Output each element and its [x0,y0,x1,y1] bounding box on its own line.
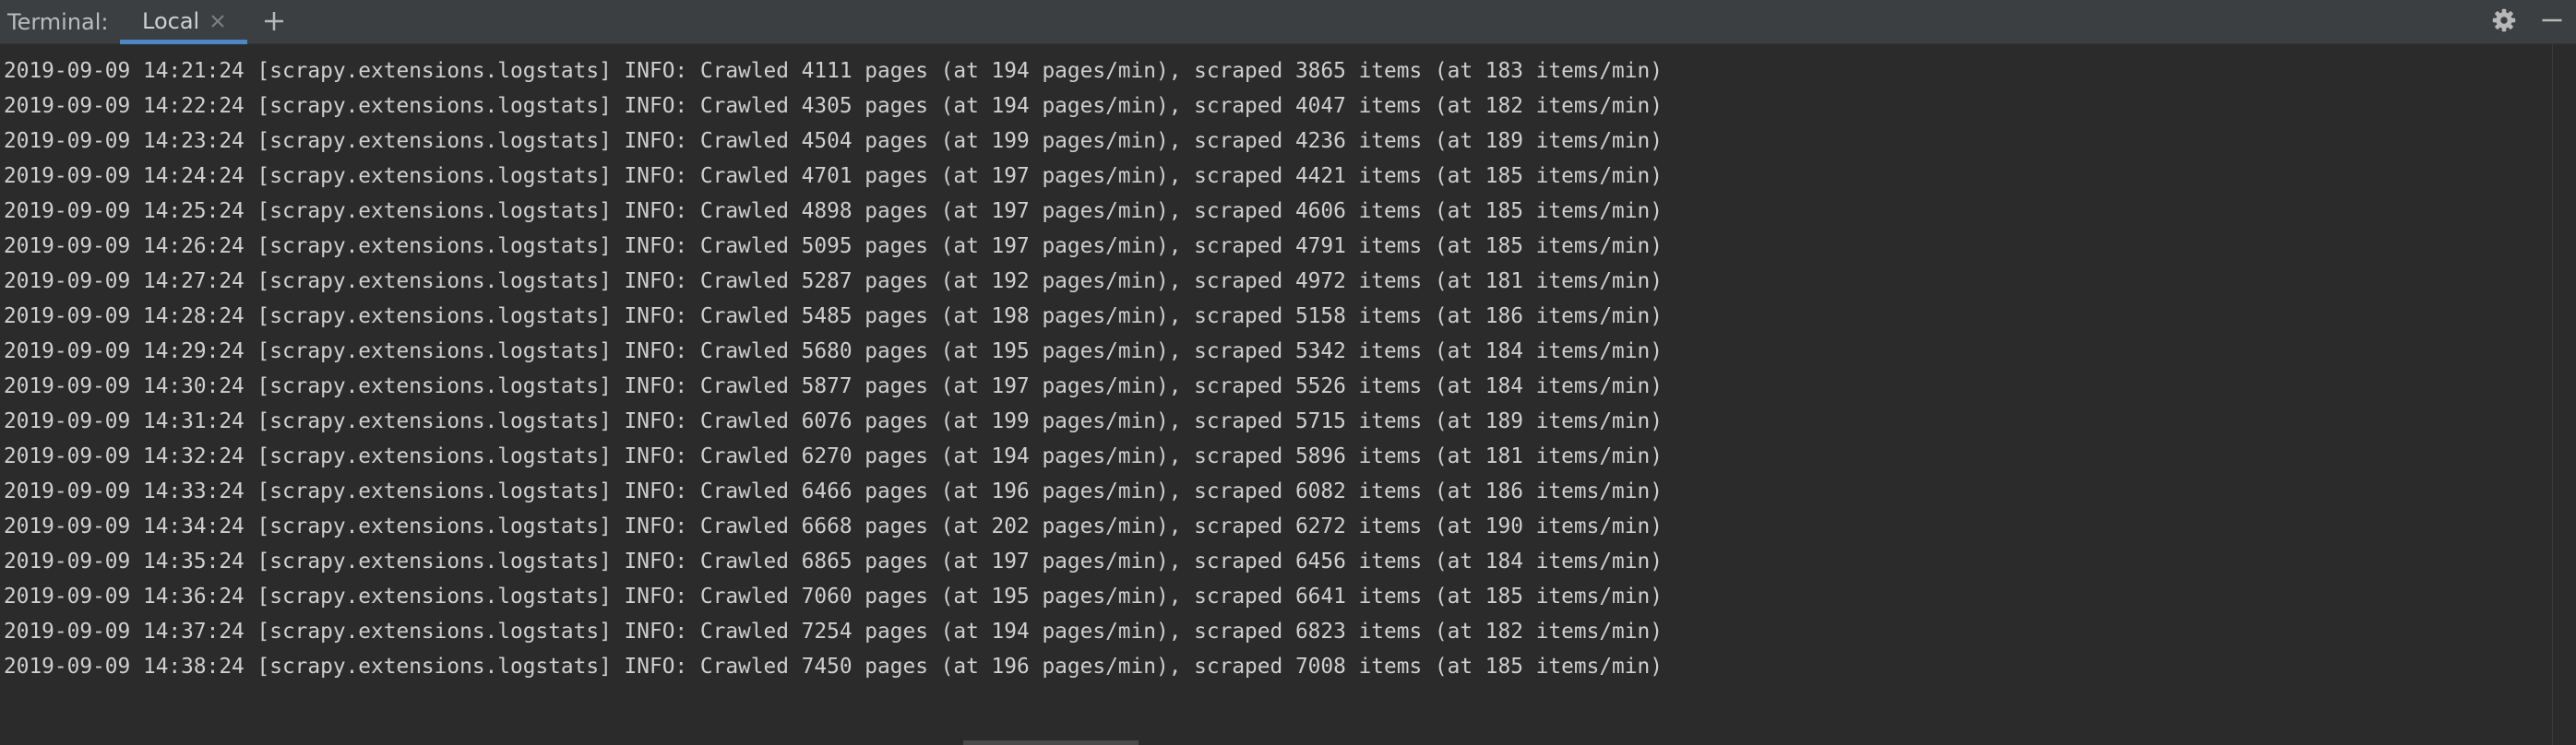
log-line: 2019-09-09 14:23:24 [scrapy.extensions.l… [4,129,1663,153]
log-line: 2019-09-09 14:37:24 [scrapy.extensions.l… [4,620,1663,644]
log-line: 2019-09-09 14:38:24 [scrapy.extensions.l… [4,655,1663,679]
log-line: 2019-09-09 14:32:24 [scrapy.extensions.l… [4,444,1663,468]
log-line: 2019-09-09 14:30:24 [scrapy.extensions.l… [4,374,1663,398]
log-line: 2019-09-09 14:24:24 [scrapy.extensions.l… [4,164,1663,188]
gear-icon[interactable] [2491,7,2517,33]
log-line: 2019-09-09 14:33:24 [scrapy.extensions.l… [4,479,1663,503]
log-line: 2019-09-09 14:34:24 [scrapy.extensions.l… [4,514,1663,538]
plus-icon[interactable] [262,9,286,33]
log-line: 2019-09-09 14:31:24 [scrapy.extensions.l… [4,409,1663,433]
log-line: 2019-09-09 14:28:24 [scrapy.extensions.l… [4,304,1663,328]
terminal-tab-bar: Terminal: Local [0,0,2576,44]
minimize-icon[interactable] [2539,7,2565,33]
vertical-scrollbar[interactable] [2552,44,2576,745]
tab-local-label: Local [142,8,200,34]
terminal-label: Terminal: [7,9,109,35]
terminal-output[interactable]: 2019-09-09 14:21:24 [scrapy.extensions.l… [0,44,2552,745]
log-line: 2019-09-09 14:36:24 [scrapy.extensions.l… [4,585,1663,609]
tab-local[interactable]: Local [120,0,247,44]
log-line: 2019-09-09 14:35:24 [scrapy.extensions.l… [4,550,1663,574]
close-icon[interactable] [209,12,227,30]
terminal-window: Terminal: Local 2019-09-09 14:21:24 [scr… [0,0,2576,745]
resize-handle[interactable] [963,740,1139,745]
log-lines: 2019-09-09 14:21:24 [scrapy.extensions.l… [4,53,1663,684]
log-line: 2019-09-09 14:25:24 [scrapy.extensions.l… [4,199,1663,223]
log-line: 2019-09-09 14:26:24 [scrapy.extensions.l… [4,234,1663,258]
log-line: 2019-09-09 14:21:24 [scrapy.extensions.l… [4,59,1663,83]
log-line: 2019-09-09 14:29:24 [scrapy.extensions.l… [4,339,1663,363]
log-line: 2019-09-09 14:22:24 [scrapy.extensions.l… [4,94,1663,118]
log-line: 2019-09-09 14:27:24 [scrapy.extensions.l… [4,269,1663,293]
